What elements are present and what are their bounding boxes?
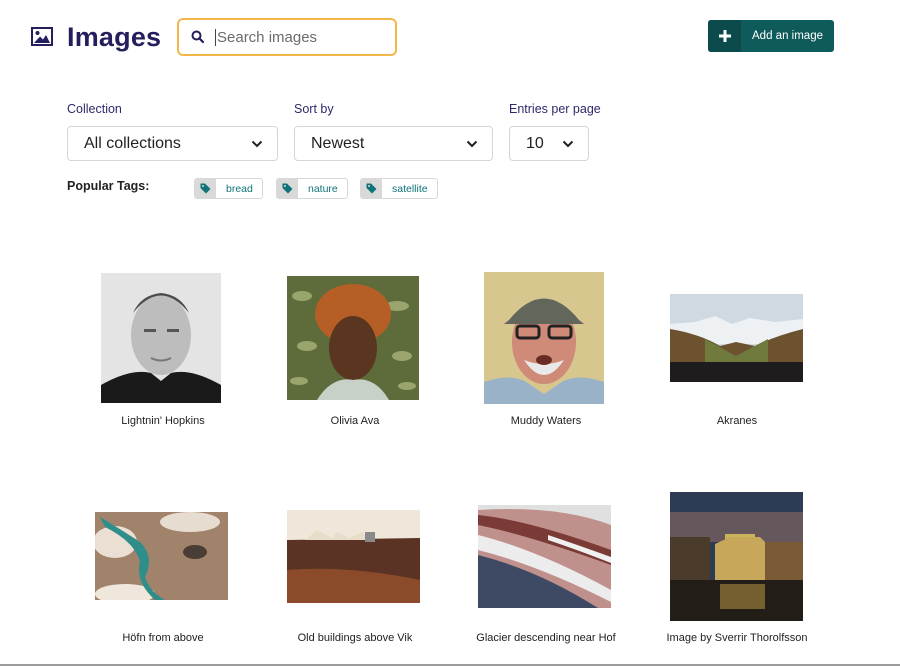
image-card[interactable]: Olivia Ava	[265, 265, 445, 435]
add-image-button[interactable]: Add an image	[708, 20, 834, 52]
chevron-down-icon	[466, 140, 478, 147]
image-thumbnail	[670, 492, 803, 621]
image-caption: Lightnin' Hopkins	[121, 415, 205, 427]
image-caption: Höfn from above	[122, 632, 204, 644]
plus-icon	[708, 20, 741, 52]
tag-label: satellite	[392, 182, 428, 195]
image-caption: Akranes	[716, 415, 758, 427]
image-card[interactable]: Glacier descending near Hof	[456, 485, 636, 655]
image-caption: Olivia Ava	[330, 415, 380, 427]
image-card[interactable]: Image by Sverrir Thorolfsson	[647, 485, 827, 655]
entries-per-page-select[interactable]: 10	[509, 126, 589, 161]
image-card[interactable]: Lightnin' Hopkins	[73, 265, 253, 435]
image-card[interactable]: Muddy Waters	[456, 265, 636, 435]
sort-by-label: Sort by	[294, 102, 334, 116]
page-title: Images	[67, 22, 162, 52]
image-icon	[31, 27, 53, 46]
image-caption: Old buildings above Vik	[297, 632, 413, 644]
tag-icon	[195, 179, 216, 198]
image-thumbnail	[287, 510, 420, 603]
search-input[interactable]	[215, 28, 385, 46]
image-card[interactable]: Höfn from above	[73, 485, 253, 655]
tag-bread[interactable]: bread	[194, 178, 263, 199]
sort-by-select[interactable]: Newest	[294, 126, 493, 161]
chevron-down-icon	[562, 140, 574, 147]
entries-per-page-value: 10	[526, 134, 544, 152]
image-card[interactable]: Akranes	[647, 265, 827, 435]
image-thumbnail	[287, 276, 419, 400]
image-caption: Muddy Waters	[510, 415, 582, 427]
image-card[interactable]: Old buildings above Vik	[265, 485, 445, 655]
tag-nature[interactable]: nature	[276, 178, 348, 199]
collection-label: Collection	[67, 102, 122, 116]
tag-label: nature	[308, 182, 338, 195]
entries-per-page-label: Entries per page	[509, 102, 601, 116]
image-thumbnail	[478, 505, 611, 608]
image-caption: Glacier descending near Hof	[476, 632, 616, 644]
image-caption: Image by Sverrir Thorolfsson	[666, 632, 808, 644]
tag-icon	[361, 179, 382, 198]
image-thumbnail	[484, 272, 604, 404]
tag-icon	[277, 179, 298, 198]
collection-select[interactable]: All collections	[67, 126, 278, 161]
image-thumbnail	[101, 273, 221, 403]
tag-satellite[interactable]: satellite	[360, 178, 438, 199]
popular-tags-label: Popular Tags:	[67, 179, 150, 193]
collection-value: All collections	[84, 134, 181, 152]
search-box[interactable]	[177, 18, 397, 56]
image-thumbnail	[95, 512, 228, 600]
chevron-down-icon	[251, 140, 263, 147]
tag-label: bread	[226, 182, 253, 195]
search-icon	[191, 30, 205, 44]
sort-by-value: Newest	[311, 134, 365, 152]
add-image-label: Add an image	[752, 30, 823, 42]
image-thumbnail	[670, 294, 803, 382]
